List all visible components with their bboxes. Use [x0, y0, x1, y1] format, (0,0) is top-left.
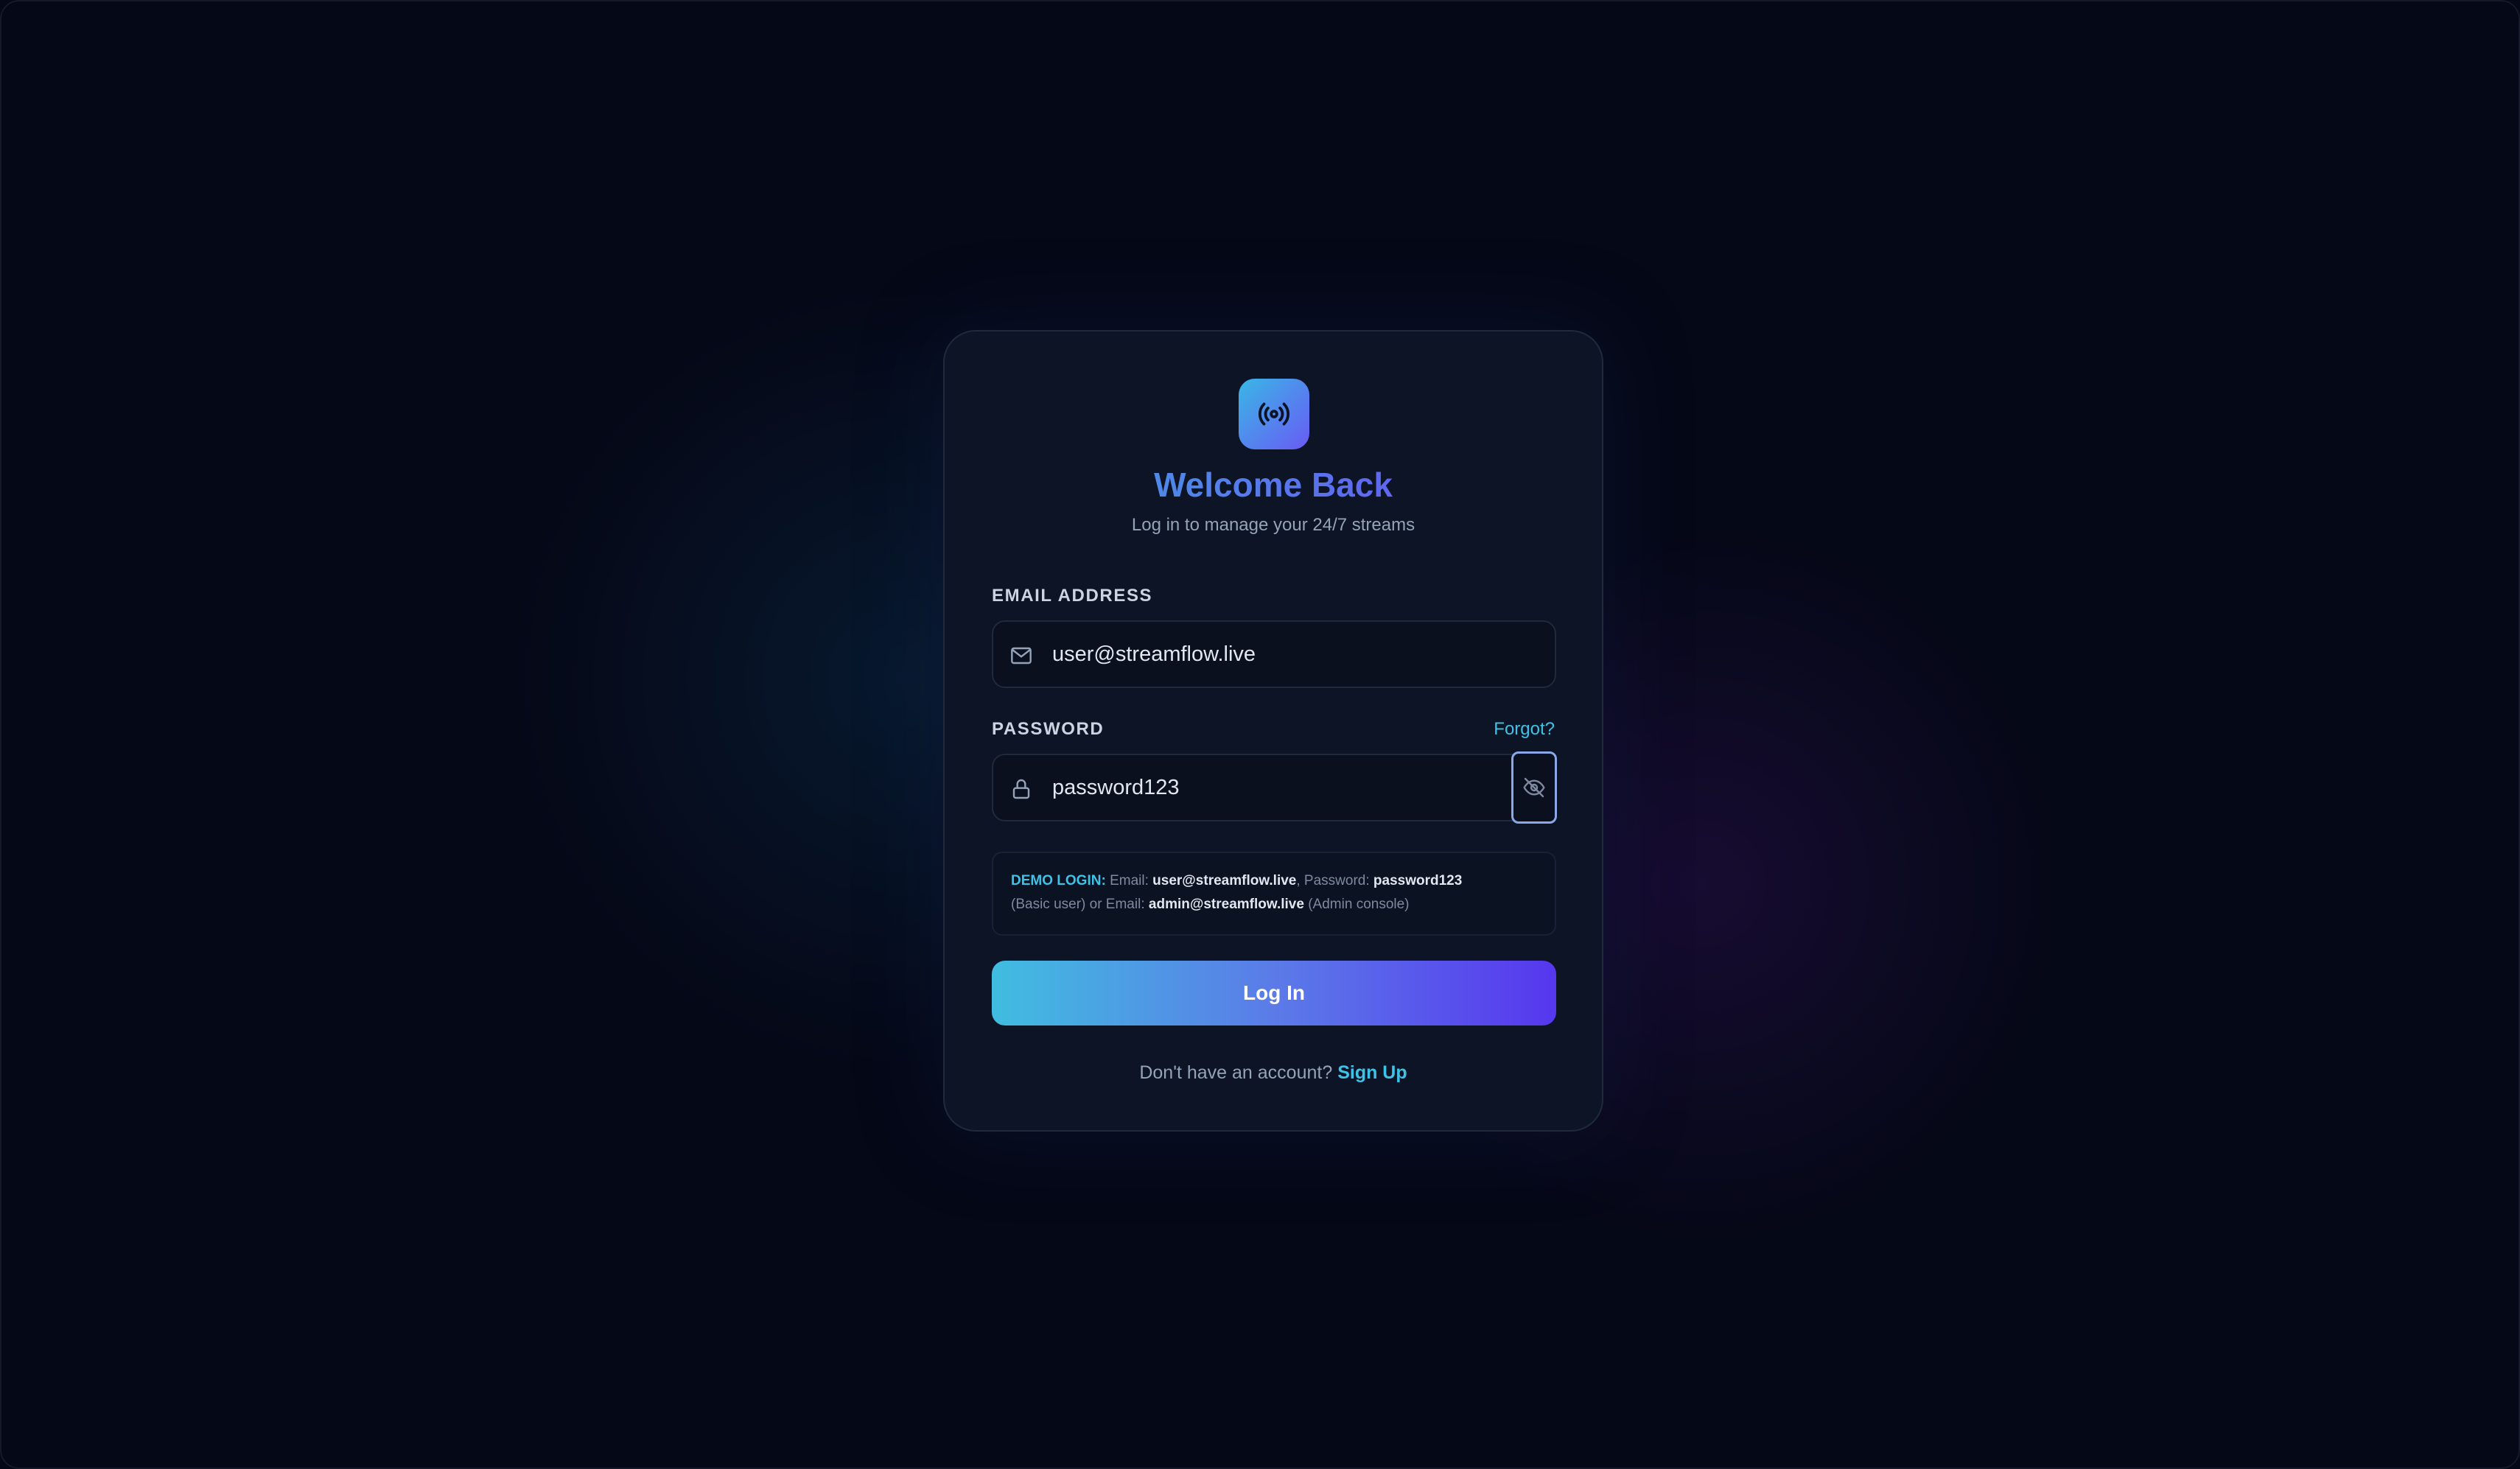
- demo-email-prefix: Email:: [1110, 873, 1149, 888]
- eye-off-icon: [1523, 777, 1545, 798]
- demo-password-prefix: , Password:: [1296, 873, 1370, 888]
- signup-prompt-text: Don't have an account?: [1139, 1062, 1333, 1083]
- demo-login-tag: DEMO LOGIN:: [1011, 873, 1106, 888]
- password-input[interactable]: [1052, 755, 1465, 820]
- login-button[interactable]: Log In: [992, 961, 1556, 1026]
- signup-prompt: Don't have an account? Sign Up: [945, 1061, 1602, 1084]
- login-card: Welcome Back Log in to manage your 24/7 …: [943, 330, 1603, 1132]
- mail-icon: [1011, 647, 1032, 665]
- email-field[interactable]: [992, 620, 1556, 688]
- demo-basic-note: (Basic user) or Email:: [1011, 897, 1145, 912]
- forgot-password-link[interactable]: Forgot?: [1494, 718, 1555, 740]
- page-title: Welcome Back: [945, 463, 1602, 507]
- logo: [1239, 379, 1309, 449]
- password-label: PASSWORD: [992, 719, 1105, 739]
- toggle-password-visibility-button[interactable]: [1511, 751, 1557, 824]
- page-subtitle: Log in to manage your 24/7 streams: [1131, 515, 1415, 535]
- demo-login-hint: DEMO LOGIN: Email: user@streamflow.live,…: [992, 852, 1556, 936]
- demo-user-password: password123: [1373, 873, 1463, 888]
- password-field[interactable]: [992, 754, 1556, 821]
- signup-link[interactable]: Sign Up: [1337, 1062, 1407, 1083]
- email-label: EMAIL ADDRESS: [992, 586, 1153, 606]
- demo-user-email: user@streamflow.live: [1152, 873, 1297, 888]
- broadcast-icon: [1258, 402, 1290, 426]
- demo-admin-note: (Admin console): [1308, 897, 1410, 912]
- email-input[interactable]: [1052, 622, 1465, 687]
- demo-admin-email: admin@streamflow.live: [1148, 897, 1304, 912]
- lock-icon: [1012, 779, 1030, 799]
